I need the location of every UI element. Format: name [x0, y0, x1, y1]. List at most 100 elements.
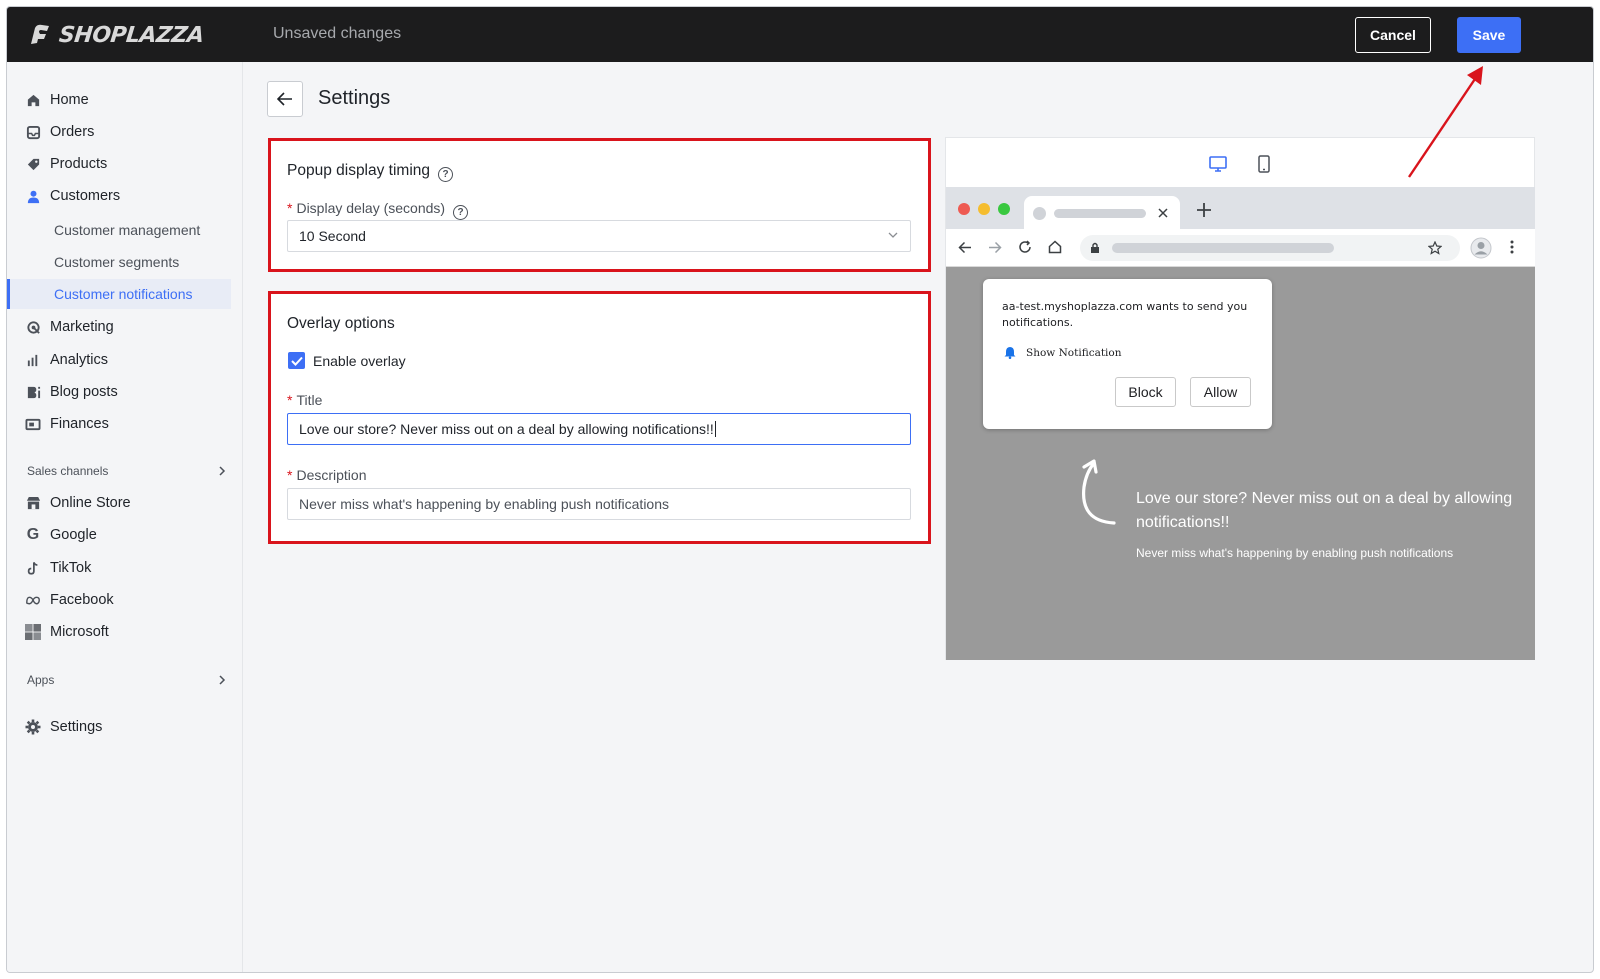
text-cursor [714, 421, 716, 437]
arrow-right-icon [989, 241, 1002, 254]
apps-label: Apps [27, 673, 55, 687]
tab-favicon [1033, 207, 1046, 220]
save-button[interactable]: Save [1457, 17, 1521, 53]
window-close-dot [958, 203, 970, 215]
popup-timing-card: Popup display timing? * Display delay (se… [268, 138, 931, 272]
overlay-preview-title: Love our store? Never miss out on a deal… [1136, 490, 1513, 531]
tab-title-placeholder [1054, 209, 1146, 218]
sales-channels-label: Sales channels [27, 464, 109, 478]
window-minimize-dot [978, 203, 990, 215]
sidebar-item-label: Finances [50, 416, 109, 432]
sidebar-item-google[interactable]: G Google [7, 520, 243, 550]
sidebar-item-label: Customers [50, 188, 121, 204]
notification-permission-prompt: aa-test.myshoplazza.com wants to send yo… [983, 279, 1272, 429]
top-bar: SHOPLAZZA Unsaved changes Cancel Save [7, 7, 1593, 62]
meta-icon [25, 592, 41, 608]
popup-timing-title-text: Popup display timing [287, 162, 431, 179]
sidebar-item-label: Home [50, 92, 89, 108]
gear-icon [25, 719, 41, 735]
display-delay-value: 10 Second [299, 228, 366, 244]
help-icon[interactable]: ? [453, 205, 469, 220]
sidebar-item-label: Google [50, 527, 97, 543]
tiktok-icon [25, 560, 41, 576]
back-button[interactable] [267, 81, 303, 117]
sidebar-item-blog-posts[interactable]: Blog posts [7, 377, 243, 407]
sales-channels-header[interactable]: Sales channels [27, 464, 227, 478]
bar-chart-icon [25, 352, 41, 368]
enable-overlay-label[interactable]: Enable overlay [313, 353, 406, 369]
browser-mockup: aa-test.myshoplazza.com wants to send yo… [946, 187, 1535, 660]
microsoft-icon [25, 624, 41, 640]
checkmark-icon [290, 356, 303, 366]
sidebar-item-marketing[interactable]: Marketing [7, 312, 243, 342]
display-delay-select[interactable]: 10 Second [287, 220, 911, 252]
arrow-left-icon [277, 92, 292, 106]
sidebar-item-label: Blog posts [50, 384, 118, 400]
display-delay-label-text: Display delay (seconds) [296, 200, 446, 216]
sidebar-item-label: TikTok [50, 560, 92, 576]
sidebar-item-facebook[interactable]: Facebook [7, 585, 243, 615]
sidebar-sub-customer-notifications[interactable]: Customer notifications [7, 279, 231, 309]
sidebar-item-online-store[interactable]: Online Store [7, 488, 243, 518]
desktop-icon[interactable] [1208, 154, 1228, 174]
cancel-button[interactable]: Cancel [1355, 17, 1431, 53]
sidebar-item-label: Facebook [50, 592, 114, 608]
google-icon: G [26, 526, 40, 543]
description-label-text: Description [296, 467, 367, 483]
brand-logo[interactable]: SHOPLAZZA [27, 21, 205, 49]
chevron-down-icon [888, 232, 898, 238]
overlay-preview-description: Never miss what's happening by enabling … [1136, 546, 1454, 560]
store-icon [25, 495, 41, 511]
sidebar-item-label: Analytics [50, 352, 109, 368]
sidebar-item-label: Orders [50, 124, 95, 140]
plus-icon [1197, 203, 1211, 217]
mobile-icon[interactable] [1254, 154, 1274, 174]
reload-icon [1019, 240, 1031, 253]
sidebar: Home Orders Products Customers Customer … [7, 62, 243, 972]
sidebar-item-home[interactable]: Home [7, 85, 243, 115]
sidebar-sub-customer-segments[interactable]: Customer segments [7, 247, 243, 277]
lock-icon [1091, 242, 1099, 253]
arrow-left-icon [958, 241, 971, 254]
page-title: Settings [318, 87, 391, 109]
unsaved-status: Unsaved changes [273, 25, 402, 42]
profile-icon [1470, 237, 1492, 259]
user-icon [25, 188, 41, 204]
marketing-icon [25, 319, 41, 335]
sidebar-item-products[interactable]: Products [7, 149, 243, 179]
sidebar-item-analytics[interactable]: Analytics [7, 345, 243, 375]
sidebar-sub-label: Customer notifications [54, 286, 193, 302]
title-label-text: Title [296, 392, 323, 408]
tag-icon [25, 156, 41, 172]
sidebar-item-finances[interactable]: Finances [7, 409, 243, 439]
sidebar-item-label: Products [50, 156, 108, 172]
sidebar-sub-label: Customer management [54, 222, 201, 238]
chevron-right-icon [219, 466, 226, 476]
preview-panel: aa-test.myshoplazza.com wants to send yo… [945, 137, 1535, 660]
url-placeholder [1112, 243, 1334, 253]
description-input[interactable]: Never miss what's happening by enabling … [287, 488, 911, 520]
window-zoom-dot [998, 203, 1010, 215]
sidebar-item-settings[interactable]: Settings [7, 712, 243, 742]
star-icon [1428, 241, 1442, 255]
allow-button[interactable]: Allow [1190, 377, 1251, 407]
title-input-value: Love our store? Never miss out on a deal… [299, 421, 714, 437]
apps-header[interactable]: Apps [27, 673, 227, 687]
annotation-arrow-icon [1408, 66, 1483, 178]
sidebar-item-microsoft[interactable]: Microsoft [7, 617, 243, 647]
help-icon[interactable]: ? [438, 167, 454, 182]
chevron-right-icon [219, 675, 226, 685]
block-button[interactable]: Block [1115, 377, 1176, 407]
sidebar-sub-customer-management[interactable]: Customer management [7, 215, 243, 245]
sidebar-item-orders[interactable]: Orders [7, 117, 243, 147]
sidebar-item-customers[interactable]: Customers [7, 181, 243, 211]
enable-overlay-checkbox[interactable] [288, 352, 305, 369]
sidebar-item-tiktok[interactable]: TikTok [7, 553, 243, 583]
shoplazza-logo-icon [31, 24, 49, 44]
browser-tab [1024, 196, 1180, 229]
sidebar-sub-label: Customer segments [54, 254, 180, 270]
brand-name: SHOPLAZZA [57, 22, 205, 48]
popup-timing-title: Popup display timing? [287, 162, 454, 182]
description-label: * Description [287, 467, 367, 483]
title-input[interactable]: Love our store? Never miss out on a deal… [287, 413, 911, 445]
